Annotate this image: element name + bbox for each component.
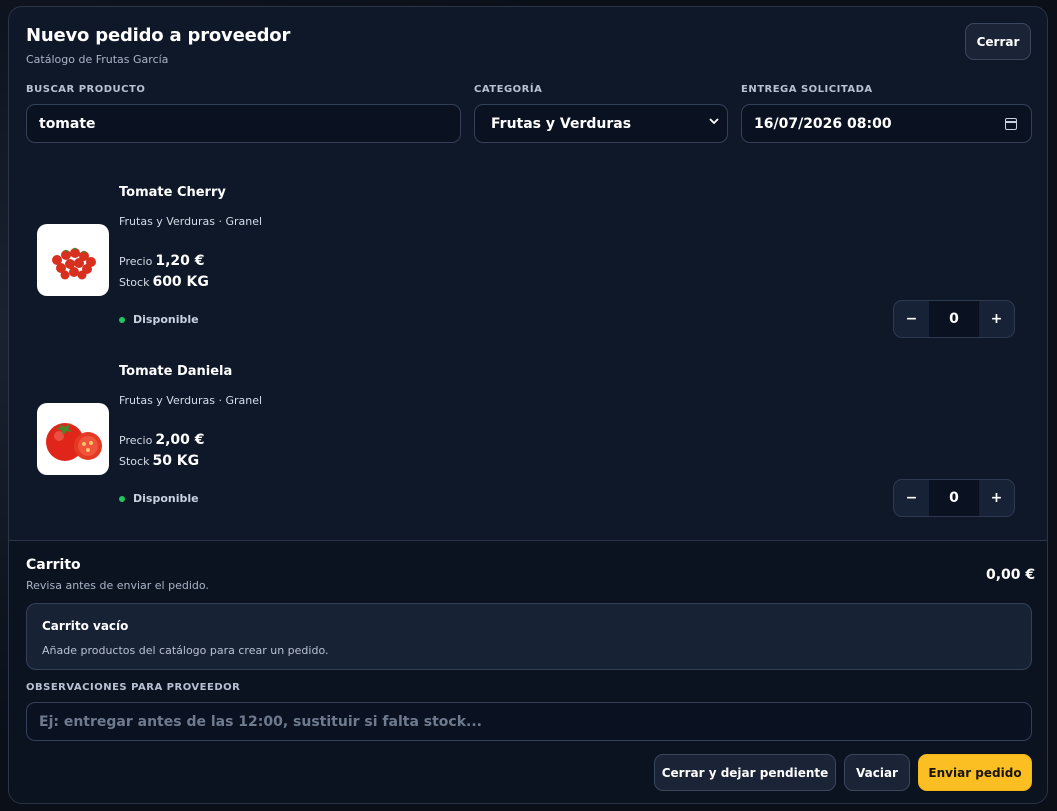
status-dot-icon: [119, 495, 125, 502]
decrease-button[interactable]: −: [894, 480, 929, 516]
section-divider: [9, 540, 1047, 541]
product-category: Frutas y Verduras · Granel: [119, 215, 263, 228]
modal-title: Nuevo pedido a proveedor: [26, 25, 291, 46]
modal-subtitle: Catálogo de Frutas García: [26, 53, 169, 66]
search-label: BUSCAR PRODUCTO: [26, 84, 146, 95]
availability-status: Disponible: [119, 313, 199, 326]
notes-placeholder: Ej: entregar antes de las 12:00, sustitu…: [39, 713, 482, 730]
price-value: 1,20 €: [155, 253, 205, 269]
product-price: Precio 2,00 €: [119, 432, 205, 448]
notes-input[interactable]: Ej: entregar antes de las 12:00, sustitu…: [26, 702, 1032, 741]
delivery-label: ENTREGA SOLICITADA: [741, 84, 873, 95]
order-modal: Nuevo pedido a proveedor Catálogo de Fru…: [8, 6, 1048, 804]
cart-subtitle: Revisa antes de enviar el pedido.: [26, 579, 209, 592]
empty-cart-button[interactable]: Vaciar: [844, 754, 910, 791]
category-label: CATEGORÍA: [474, 84, 543, 95]
product-price: Precio 1,20 €: [119, 253, 205, 269]
stock-label: Stock: [119, 455, 150, 468]
calendar-icon[interactable]: [1005, 118, 1017, 130]
increase-button[interactable]: +: [979, 480, 1014, 516]
product-stock: Stock 50 KG: [119, 453, 199, 469]
product-stock: Stock 600 KG: [119, 274, 209, 290]
availability-label: Disponible: [133, 313, 199, 326]
modal-header: Nuevo pedido a proveedor Catálogo de Fru…: [26, 25, 290, 66]
chevron-down-icon: [709, 116, 719, 129]
notes-label: OBSERVACIONES PARA PROVEEDOR: [26, 682, 241, 693]
delivery-date-value: 16/07/2026 08:00: [754, 115, 892, 132]
decrease-button[interactable]: −: [894, 301, 929, 337]
empty-cart-text: Añade productos del catálogo para crear …: [42, 644, 329, 657]
search-input[interactable]: tomate: [26, 104, 461, 143]
availability-label: Disponible: [133, 492, 199, 505]
cherry-tomatoes-image: [37, 224, 109, 296]
category-select-value: Frutas y Verduras: [491, 115, 632, 132]
close-button[interactable]: Cerrar: [965, 23, 1031, 60]
quantity-input[interactable]: 0: [929, 480, 979, 516]
quantity-input[interactable]: 0: [929, 301, 979, 337]
send-order-button[interactable]: Enviar pedido: [918, 754, 1032, 791]
stock-value: 50 KG: [152, 453, 200, 469]
status-dot-icon: [119, 316, 125, 323]
close-pending-button[interactable]: Cerrar y dejar pendiente: [654, 754, 836, 791]
quantity-stepper: − 0 +: [893, 479, 1015, 517]
cart-title: Carrito: [26, 557, 81, 573]
cart-total: 0,00 €: [986, 567, 1036, 583]
product-name: Tomate Cherry: [119, 185, 226, 200]
empty-cart-notice: Carrito vacío Añade productos del catálo…: [26, 603, 1032, 670]
tomato-image: [37, 403, 109, 475]
price-value: 2,00 €: [155, 432, 205, 448]
price-label: Precio: [119, 255, 153, 268]
stock-value: 600 KG: [152, 274, 209, 290]
product-name: Tomate Daniela: [119, 364, 233, 379]
quantity-stepper: − 0 +: [893, 300, 1015, 338]
price-label: Precio: [119, 434, 153, 447]
search-input-value: tomate: [39, 115, 96, 132]
category-select[interactable]: Frutas y Verduras: [474, 104, 728, 143]
stock-label: Stock: [119, 276, 150, 289]
empty-cart-title: Carrito vacío: [42, 619, 129, 633]
increase-button[interactable]: +: [979, 301, 1014, 337]
availability-status: Disponible: [119, 492, 199, 505]
product-category: Frutas y Verduras · Granel: [119, 394, 263, 407]
delivery-date-input[interactable]: 16/07/2026 08:00: [741, 104, 1032, 143]
